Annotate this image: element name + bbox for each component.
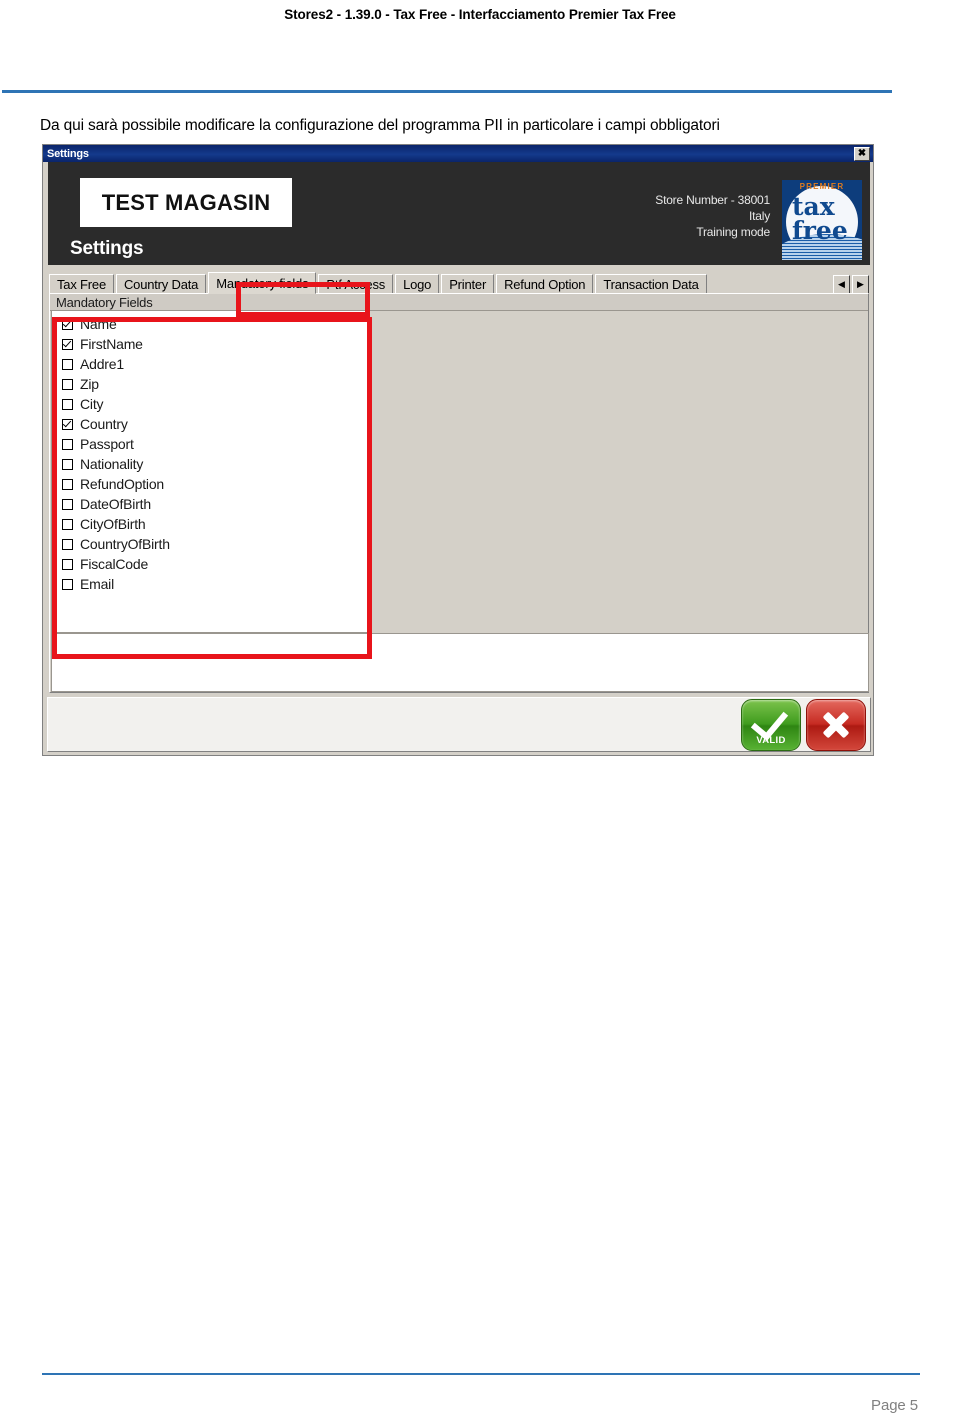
footer-divider-rule bbox=[42, 1373, 920, 1375]
tab-scroll-controls: ◀ ▶ bbox=[831, 275, 869, 294]
chevron-right-icon[interactable]: ▶ bbox=[852, 275, 869, 294]
list-item-label: FiscalCode bbox=[80, 556, 149, 572]
list-item[interactable]: CityOfBirth bbox=[62, 514, 368, 534]
list-item-label: DateOfBirth bbox=[80, 496, 151, 512]
checkbox-addre1[interactable] bbox=[62, 358, 73, 370]
tab-refund-option[interactable]: Refund Option bbox=[496, 274, 594, 294]
window-titlebar: Settings ✖ bbox=[43, 145, 873, 162]
list-item-label: FirstName bbox=[80, 336, 143, 352]
settings-tabstrip: Tax Free Country Data Mandatory fields P… bbox=[49, 272, 869, 294]
tab-printer[interactable]: Printer bbox=[441, 274, 495, 294]
list-item-label: CountryOfBirth bbox=[80, 536, 170, 552]
list-item[interactable]: Addre1 bbox=[62, 354, 368, 374]
list-item[interactable]: Nationality bbox=[62, 454, 368, 474]
header-divider-rule bbox=[2, 90, 892, 93]
checkbox-passport[interactable] bbox=[62, 438, 73, 450]
intro-paragraph: Da qui sarà possibile modificare la conf… bbox=[40, 117, 720, 134]
list-item-label: Zip bbox=[80, 376, 99, 392]
x-mark-icon bbox=[821, 710, 851, 740]
list-item[interactable]: DateOfBirth bbox=[62, 494, 368, 514]
store-info-block: Store Number - 38001 Italy Training mode bbox=[655, 192, 770, 240]
store-logo-box: TEST MAGASIN bbox=[80, 178, 292, 227]
logo-free-text: free bbox=[792, 216, 848, 245]
store-number: Store Number - 38001 bbox=[655, 193, 770, 207]
list-item[interactable]: Email bbox=[62, 574, 368, 594]
group-header-label: Mandatory Fields bbox=[50, 294, 868, 311]
checkbox-country[interactable] bbox=[62, 418, 73, 430]
close-icon[interactable]: ✖ bbox=[854, 146, 870, 161]
checkbox-cityofbirth[interactable] bbox=[62, 518, 73, 530]
valid-button[interactable]: VALID bbox=[741, 698, 801, 751]
list-item[interactable]: Country bbox=[62, 414, 368, 434]
list-item[interactable]: Passport bbox=[62, 434, 368, 454]
checkbox-refundoption[interactable] bbox=[62, 478, 73, 490]
valid-button-label: VALID bbox=[756, 734, 786, 746]
checkbox-name[interactable] bbox=[62, 318, 73, 330]
checkbox-fiscalcode[interactable] bbox=[62, 558, 73, 570]
checkbox-countryofbirth[interactable] bbox=[62, 538, 73, 550]
checkbox-email[interactable] bbox=[62, 578, 73, 590]
page-number: Page 5 bbox=[871, 1397, 918, 1414]
tab-mandatory-fields[interactable]: Mandatory fields bbox=[208, 272, 317, 294]
tab-logo[interactable]: Logo bbox=[395, 274, 440, 294]
tab-transaction-data[interactable]: Transaction Data bbox=[595, 274, 707, 294]
store-country: Italy bbox=[748, 209, 770, 223]
app-banner: TEST MAGASIN Settings Store Number - 380… bbox=[48, 162, 870, 265]
tab-ptf-access[interactable]: Ptf Access bbox=[318, 274, 394, 294]
list-item[interactable]: CountryOfBirth bbox=[62, 534, 368, 554]
list-item-label: Country bbox=[80, 416, 128, 432]
tab-country-data[interactable]: Country Data bbox=[115, 274, 207, 294]
list-item-label: Name bbox=[80, 316, 117, 332]
premier-tax-free-logo-icon: PREMIER tax free bbox=[782, 180, 862, 260]
list-item-label: Addre1 bbox=[80, 356, 124, 372]
list-item-label: RefundOption bbox=[80, 476, 164, 492]
list-item-label: Passport bbox=[80, 436, 134, 452]
list-item[interactable]: FiscalCode bbox=[62, 554, 368, 574]
list-item-label: CityOfBirth bbox=[80, 516, 146, 532]
settings-window: Settings ✖ TEST MAGASIN Settings Store N… bbox=[42, 144, 874, 756]
list-item[interactable]: Name bbox=[62, 314, 368, 334]
list-item[interactable]: FirstName bbox=[62, 334, 368, 354]
list-item[interactable]: City bbox=[62, 394, 368, 414]
dialog-button-bar: VALID bbox=[47, 697, 871, 752]
checkbox-nationality[interactable] bbox=[62, 458, 73, 470]
list-item[interactable]: RefundOption bbox=[62, 474, 368, 494]
mandatory-fields-panel: Mandatory Fields Name FirstName Addre1 Z… bbox=[49, 293, 869, 693]
cancel-button[interactable] bbox=[806, 698, 866, 751]
checkbox-firstname[interactable] bbox=[62, 338, 73, 350]
store-mode: Training mode bbox=[696, 225, 770, 239]
checkbox-city[interactable] bbox=[62, 398, 73, 410]
window-title: Settings bbox=[47, 147, 89, 160]
page-title: Settings bbox=[70, 238, 144, 259]
tab-tax-free[interactable]: Tax Free bbox=[49, 274, 114, 294]
list-item-label: Nationality bbox=[80, 456, 144, 472]
list-item-label: City bbox=[80, 396, 104, 412]
checkbox-zip[interactable] bbox=[62, 378, 73, 390]
list-item[interactable]: Zip bbox=[62, 374, 368, 394]
list-item-label: Email bbox=[80, 576, 115, 592]
document-header-title: Stores2 - 1.39.0 - Tax Free - Interfacci… bbox=[284, 7, 676, 22]
store-logo-text: TEST MAGASIN bbox=[101, 189, 271, 215]
mandatory-fields-list[interactable]: Name FirstName Addre1 Zip City Country P… bbox=[51, 311, 369, 633]
panel-empty-area bbox=[51, 633, 869, 692]
chevron-left-icon[interactable]: ◀ bbox=[833, 275, 850, 294]
checkbox-dateofbirth[interactable] bbox=[62, 498, 73, 510]
logo-premier-text: PREMIER bbox=[799, 182, 845, 191]
